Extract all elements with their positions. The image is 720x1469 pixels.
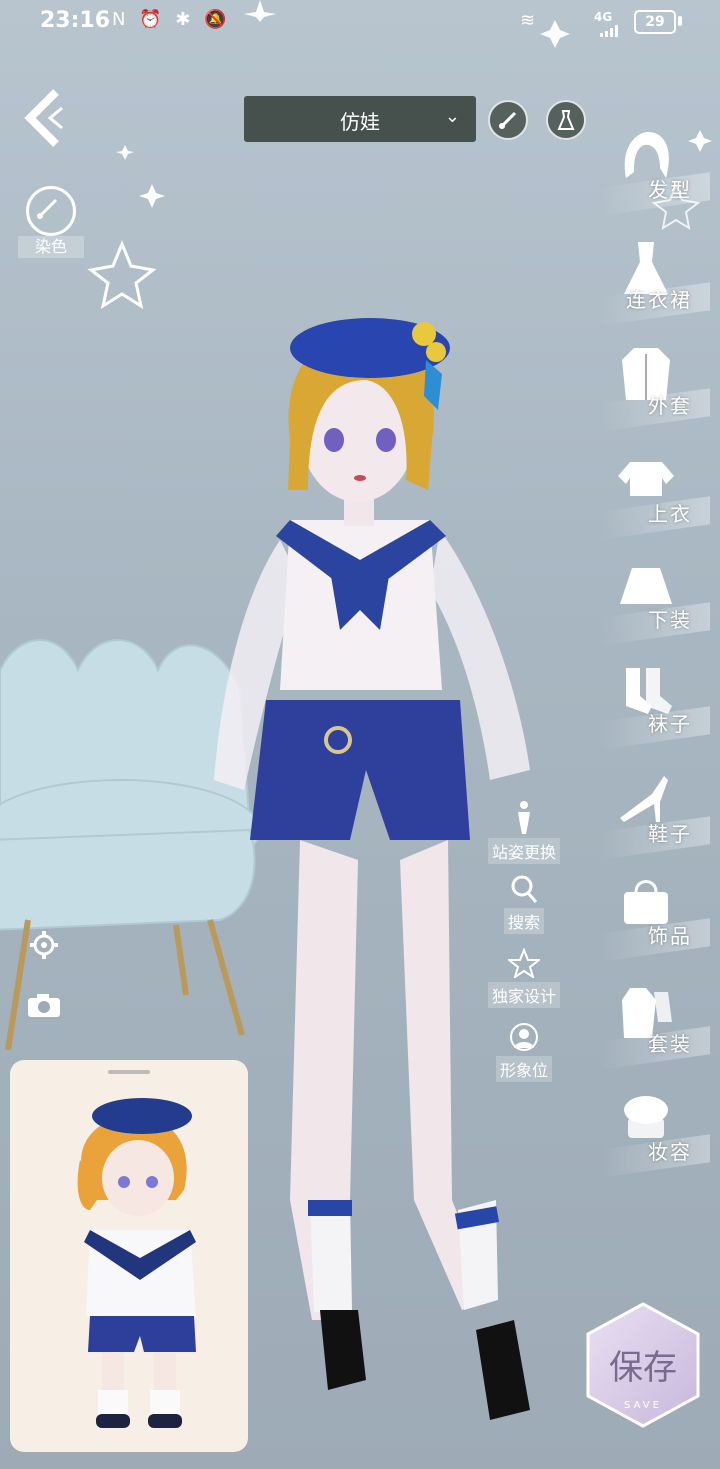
category-socks[interactable]: 袜子 <box>600 662 710 758</box>
category-top[interactable]: 上衣 <box>600 452 710 548</box>
chevron-down-icon: ⌄ <box>444 106 460 127</box>
back-arrow-icon <box>24 89 63 147</box>
save-label: 保存 <box>609 1348 677 1388</box>
brush-button[interactable] <box>488 100 528 140</box>
battery-level: 29 <box>645 14 665 30</box>
palette-icon <box>26 186 76 236</box>
category-coat[interactable]: 外套 <box>600 344 710 440</box>
status-time: 23:16 <box>40 8 111 33</box>
category-accessories[interactable]: 饰品 <box>600 874 710 970</box>
dye-button[interactable]: 染色 <box>18 186 84 270</box>
category-bottom[interactable]: 下装 <box>600 558 710 654</box>
card-handle[interactable] <box>108 1070 150 1074</box>
dye-label: 染色 <box>18 236 84 258</box>
category-label: 上衣 <box>648 502 692 526</box>
category-label: 发型 <box>648 178 692 202</box>
category-label: 饰品 <box>648 924 692 948</box>
brush-icon <box>499 111 517 129</box>
save-button[interactable]: 保存 SAVE <box>584 1300 702 1430</box>
status-icons: N ⏰ ✱ 🔕 <box>112 9 231 30</box>
signal-icon <box>600 22 624 37</box>
category-suit[interactable]: 套装 <box>600 982 710 1078</box>
category-dress[interactable]: 连衣裙 <box>600 238 710 334</box>
category-label: 连衣裙 <box>626 288 692 312</box>
category-label: 下装 <box>648 608 692 632</box>
category-label: 套装 <box>648 1032 692 1056</box>
chibi-character <box>77 1098 196 1428</box>
category-hair[interactable]: 发型 <box>600 128 710 224</box>
status-bar: 23:16 N ⏰ ✱ 🔕 ≋ 4G 29 <box>0 0 720 44</box>
category-label: 妆容 <box>648 1140 692 1164</box>
save-sub-label: SAVE <box>624 1400 662 1411</box>
category-label: 外套 <box>648 394 692 418</box>
battery-icon: 29 <box>634 10 676 34</box>
category-makeup[interactable]: 妆容 <box>600 1090 710 1186</box>
back-button[interactable] <box>22 88 74 148</box>
category-label: 鞋子 <box>648 822 692 846</box>
category-shoes[interactable]: 鞋子 <box>600 772 710 868</box>
wifi-icon: ≋ <box>520 10 536 31</box>
battery-cap <box>678 16 682 26</box>
dress-small-icon <box>557 110 575 130</box>
category-label: 袜子 <box>648 712 692 736</box>
outfit-selector[interactable]: 仿娃 ⌄ <box>244 96 476 142</box>
chibi-preview-card[interactable] <box>10 1060 248 1452</box>
outfit-button[interactable] <box>546 100 586 140</box>
selector-label: 仿娃 <box>340 110 380 134</box>
